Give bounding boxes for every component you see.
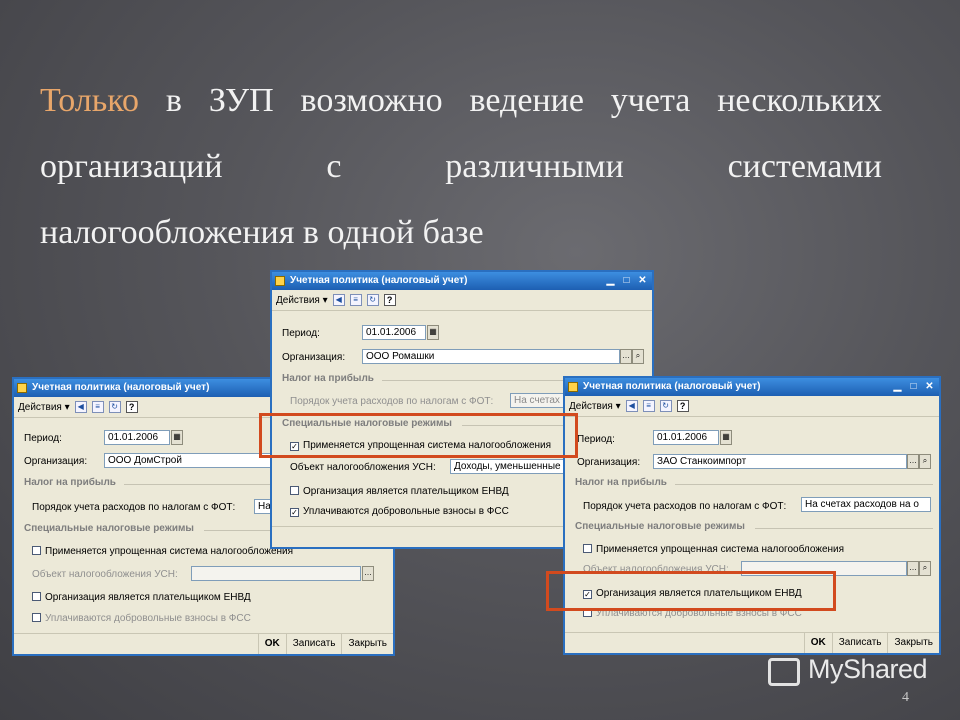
window-app-icon: [275, 276, 285, 286]
period-field[interactable]: 01.01.2006: [104, 430, 170, 445]
profit-tax-section: Налог на прибыль: [24, 477, 116, 488]
ok-button[interactable]: OK: [257, 634, 286, 654]
calendar-icon[interactable]: ▦: [720, 430, 732, 445]
calendar-icon[interactable]: ▦: [171, 430, 183, 445]
window-footer: OK Записать Закрыть: [565, 632, 939, 653]
window-title: Учетная политика (налоговый учет): [32, 382, 210, 393]
period-label: Период:: [282, 328, 320, 339]
ellipsis-icon[interactable]: …: [362, 566, 374, 581]
list-icon[interactable]: ≡: [349, 294, 362, 306]
organization-label: Организация:: [282, 352, 346, 363]
minimize-icon[interactable]: ▁: [891, 380, 904, 393]
window-footer: OK Записать Закрыть: [14, 633, 393, 654]
help-icon[interactable]: ?: [125, 401, 138, 413]
organization-field[interactable]: ЗАО Станкоимпорт: [653, 454, 907, 469]
envd-checkbox-row[interactable]: Организация является плательщиком ЕНВД: [290, 486, 509, 497]
list-icon[interactable]: ≡: [91, 401, 104, 413]
back-icon[interactable]: ◀: [74, 401, 87, 413]
window-toolbar: Действия ▾ ◀ ≡ ↻ ?: [565, 396, 939, 417]
search-icon[interactable]: ⌕: [632, 349, 644, 364]
close-icon[interactable]: ✕: [923, 380, 936, 393]
usn-checkbox-row[interactable]: Применяется упрощенная система налогообл…: [32, 546, 293, 557]
ellipsis-icon[interactable]: …: [907, 454, 919, 469]
window-app-icon: [568, 382, 578, 392]
ellipsis-icon[interactable]: …: [907, 561, 919, 576]
envd-checkbox[interactable]: [290, 486, 299, 495]
ellipsis-icon[interactable]: …: [620, 349, 632, 364]
organization-label: Организация:: [577, 457, 641, 468]
window-toolbar: Действия ▾ ◀ ≡ ↻ ?: [272, 290, 652, 311]
back-icon[interactable]: ◀: [625, 400, 638, 412]
envd-checkbox[interactable]: [32, 592, 41, 601]
calendar-icon[interactable]: ▦: [427, 325, 439, 340]
heading-word-3: ЗУП: [208, 82, 274, 119]
usn-highlight-box: [259, 413, 578, 458]
profit-tax-section: Налог на прибыль: [282, 373, 374, 384]
page-number: 4: [902, 690, 909, 705]
section-divider: [755, 528, 933, 529]
search-icon[interactable]: ⌕: [919, 454, 931, 469]
actions-menu[interactable]: Действия ▾: [276, 295, 328, 306]
section-divider: [675, 484, 933, 485]
window-title: Учетная политика (налоговый учет): [290, 275, 468, 286]
heading-word-4: возможно: [300, 82, 443, 119]
expenses-label: Порядок учета расходов по налогам с ФОТ:: [290, 396, 494, 407]
heading-word-6: учета: [610, 82, 691, 119]
heading-line-3: налогообложения в одной базе: [40, 214, 484, 251]
fss-checkbox-row[interactable]: ✓ Уплачиваются добровольные взносы в ФСС: [290, 506, 509, 517]
list-icon[interactable]: ≡: [642, 400, 655, 412]
period-field[interactable]: 01.01.2006: [653, 430, 719, 445]
close-button[interactable]: Закрыть: [887, 633, 939, 653]
usn-object-label: Объект налогообложения УСН:: [290, 462, 436, 473]
watermark: MyShared: [808, 654, 928, 684]
search-icon[interactable]: ⌕: [919, 561, 931, 576]
save-button[interactable]: Записать: [831, 633, 888, 653]
usn-checkbox[interactable]: [583, 544, 592, 553]
organization-field[interactable]: ООО Ромашки: [362, 349, 620, 364]
organization-label: Организация:: [24, 456, 88, 467]
help-icon[interactable]: ?: [676, 400, 689, 412]
window-title: Учетная политика (налоговый учет): [583, 381, 761, 392]
special-regimes-section: Специальные налоговые режимы: [575, 521, 745, 532]
usn-object-field[interactable]: [191, 566, 361, 581]
window-titlebar[interactable]: Учетная политика (налоговый учет) ▁ □ ✕: [565, 378, 939, 396]
expenses-label: Порядок учета расходов по налогам с ФОТ:: [583, 501, 787, 512]
window-titlebar[interactable]: Учетная политика (налоговый учет) ▁ □ ✕: [272, 272, 652, 290]
save-button[interactable]: Записать: [285, 634, 342, 654]
fss-checkbox[interactable]: ✓: [290, 508, 299, 517]
ok-button[interactable]: OK: [803, 633, 832, 653]
maximize-icon[interactable]: □: [620, 274, 633, 287]
expenses-label: Порядок учета расходов по налогам с ФОТ:: [32, 502, 236, 513]
refresh-icon[interactable]: ↻: [108, 401, 121, 413]
maximize-icon[interactable]: □: [907, 380, 920, 393]
back-icon[interactable]: ◀: [332, 294, 345, 306]
minimize-icon[interactable]: ▁: [604, 274, 617, 287]
usn-checkbox[interactable]: [32, 546, 41, 555]
heading-word-1: Только: [40, 82, 140, 119]
window-app-icon: [17, 383, 27, 393]
actions-menu[interactable]: Действия ▾: [569, 401, 621, 412]
window-right: Учетная политика (налоговый учет) ▁ □ ✕ …: [563, 376, 941, 655]
envd-highlight-box: [546, 571, 836, 611]
period-label: Период:: [24, 433, 62, 444]
refresh-icon[interactable]: ↻: [659, 400, 672, 412]
slide-heading: Только в ЗУП возможно ведение учета неск…: [40, 68, 882, 266]
fss-checkbox-row[interactable]: Уплачиваются добровольные взносы в ФСС: [32, 613, 251, 624]
fss-checkbox[interactable]: [32, 613, 41, 622]
period-field[interactable]: 01.01.2006: [362, 325, 426, 340]
actions-menu[interactable]: Действия ▾: [18, 402, 70, 413]
close-icon[interactable]: ✕: [636, 274, 649, 287]
special-regimes-section: Специальные налоговые режимы: [24, 523, 194, 534]
profit-tax-section: Налог на прибыль: [575, 477, 667, 488]
expenses-field[interactable]: На счетах расходов на о: [801, 497, 931, 512]
help-icon[interactable]: ?: [383, 294, 396, 306]
usn-object-label: Объект налогообложения УСН:: [32, 569, 178, 580]
period-label: Период:: [577, 434, 615, 445]
refresh-icon[interactable]: ↻: [366, 294, 379, 306]
close-button[interactable]: Закрыть: [341, 634, 393, 654]
heading-word-2: в: [165, 82, 182, 119]
usn-checkbox-row[interactable]: Применяется упрощенная система налогообл…: [583, 544, 844, 555]
heading-word-5: ведение: [469, 82, 584, 119]
envd-checkbox-row[interactable]: Организация является плательщиком ЕНВД: [32, 592, 251, 603]
